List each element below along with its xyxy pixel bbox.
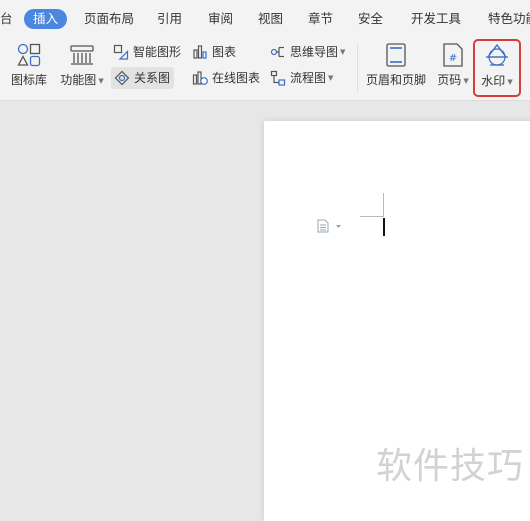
watermark-label: 水印 ▼ bbox=[481, 74, 513, 88]
function-chart-button[interactable]: 功能图 ▼ bbox=[57, 38, 107, 96]
margin-corner-mark-vertical bbox=[383, 193, 384, 217]
ribbon-toolbar: 图标库 功能图 ▼ 智能图形 关系图 图表 在线图表 思维导图 ▼ 流程图 ▼ … bbox=[0, 38, 530, 101]
page-number-button[interactable]: # 页码 ▼ bbox=[434, 38, 472, 96]
online-chart-button[interactable]: 在线图表 bbox=[192, 67, 260, 89]
tab-page-layout[interactable]: 页面布局 bbox=[84, 9, 134, 29]
icon-library-icon bbox=[17, 43, 41, 67]
page-number-label: 页码 ▼ bbox=[437, 73, 469, 87]
tab-developer-tools[interactable]: 开发工具 bbox=[411, 9, 461, 29]
icon-library-label: 图标库 bbox=[10, 73, 47, 87]
icon-library-button[interactable]: 图标库 bbox=[6, 38, 52, 96]
chart-label: 图表 bbox=[212, 45, 237, 59]
header-footer-icon bbox=[386, 43, 406, 67]
flowchart-button[interactable]: 流程图 ▼ bbox=[270, 67, 333, 89]
mind-map-label: 思维导图 bbox=[290, 45, 339, 59]
tab-partial-start[interactable]: 台 bbox=[0, 9, 13, 29]
function-chart-icon bbox=[70, 45, 94, 65]
chart-button[interactable]: 图表 bbox=[192, 41, 236, 63]
online-chart-label: 在线图表 bbox=[212, 71, 261, 85]
header-footer-label: 页眉和页脚 bbox=[365, 73, 426, 87]
bar-chart-icon bbox=[193, 45, 207, 59]
mind-map-icon bbox=[270, 46, 284, 58]
tab-review[interactable]: 审阅 bbox=[208, 9, 233, 29]
tab-references[interactable]: 引用 bbox=[157, 9, 182, 29]
tab-insert[interactable]: 插入 bbox=[24, 9, 68, 29]
tab-chapter[interactable]: 章节 bbox=[308, 9, 333, 29]
watermark-button[interactable]: 水印 ▼ bbox=[473, 39, 521, 97]
text-cursor bbox=[383, 218, 385, 236]
margin-corner-mark bbox=[360, 216, 384, 217]
watermark-text: 软件技巧 bbox=[376, 446, 525, 487]
smart-shape-icon bbox=[113, 44, 129, 60]
relation-chart-icon bbox=[114, 70, 130, 86]
relation-chart-button[interactable]: 关系图 bbox=[111, 67, 175, 89]
svg-text:#: # bbox=[449, 53, 457, 64]
watermark-icon bbox=[486, 43, 508, 66]
paragraph-layout-icon[interactable] bbox=[316, 219, 344, 233]
ribbon-tab-bar: 台 插入 页面布局 引用 审阅 视图 章节 安全 开发工具 特色功能 bbox=[0, 0, 530, 38]
header-footer-button[interactable]: 页眉和页脚 bbox=[363, 38, 429, 96]
smart-shape-label: 智能图形 bbox=[133, 45, 182, 59]
mind-map-button[interactable]: 思维导图 ▼ bbox=[270, 41, 345, 63]
relation-chart-label: 关系图 bbox=[134, 71, 171, 85]
function-chart-label: 功能图 ▼ bbox=[60, 73, 104, 87]
ribbon-separator bbox=[357, 44, 358, 92]
smart-shape-button[interactable]: 智能图形 bbox=[113, 41, 181, 63]
online-chart-icon bbox=[192, 71, 208, 85]
tab-view[interactable]: 视图 bbox=[258, 9, 283, 29]
page-number-icon: # bbox=[443, 43, 463, 67]
tab-security[interactable]: 安全 bbox=[358, 9, 383, 29]
flowchart-icon bbox=[270, 70, 286, 86]
flowchart-label: 流程图 bbox=[290, 71, 327, 85]
tab-special-features[interactable]: 特色功能 bbox=[488, 9, 530, 29]
